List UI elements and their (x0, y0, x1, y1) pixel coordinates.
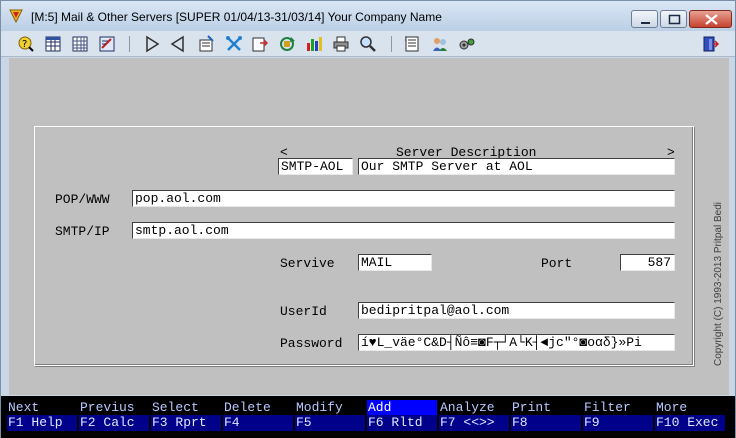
table-icon[interactable] (71, 35, 89, 53)
fkey-label: Filter (583, 400, 653, 415)
fkey-analyze[interactable]: Analyze F7 <<>> (439, 400, 509, 431)
fkey-delete[interactable]: Delete F4 (223, 400, 293, 431)
tools-icon[interactable] (225, 35, 243, 53)
fkey-previous[interactable]: Previus F2 Calc (79, 400, 149, 431)
new-record-icon[interactable] (197, 35, 215, 53)
fkey-label: Analyze (439, 400, 509, 415)
pop-label: POP/WWW (55, 192, 110, 207)
fkey-shortcut: F7 <<>> (439, 415, 509, 431)
grid-icon[interactable] (44, 35, 62, 53)
fkey-shortcut: F8 (511, 415, 581, 431)
fkey-label: Select (151, 400, 221, 415)
fkey-shortcut: F5 (295, 415, 365, 431)
toolbar-separator (129, 36, 130, 52)
main-window: [M:5] Mail & Other Servers [SUPER 01/04/… (0, 0, 736, 438)
printer-icon[interactable] (332, 35, 350, 53)
title-bar[interactable]: [M:5] Mail & Other Servers [SUPER 01/04/… (1, 1, 735, 31)
port-label: Port (541, 256, 573, 271)
fkey-print[interactable]: Print F8 (511, 400, 581, 431)
service-field[interactable]: MAIL (358, 254, 432, 271)
port-field[interactable]: 587 (620, 254, 675, 271)
search-icon[interactable] (359, 35, 377, 53)
smtp-label: SMTP/IP (55, 224, 110, 239)
maximize-button[interactable] (660, 10, 687, 28)
fkey-label: Add (367, 400, 437, 415)
help-icon[interactable]: ? (17, 35, 35, 53)
window-title: [M:5] Mail & Other Servers [SUPER 01/04/… (31, 10, 442, 24)
userid-label: UserId (280, 304, 327, 319)
fkey-add[interactable]: Add F6 Rltd (367, 400, 437, 431)
fkey-shortcut: F9 (583, 415, 653, 431)
userid-field[interactable]: bedipritpal@aol.com (358, 302, 675, 319)
maximize-icon (668, 14, 681, 25)
fkey-next[interactable]: Next F1 Help (7, 400, 77, 431)
svg-text:?: ? (22, 39, 27, 50)
play-back-icon[interactable] (169, 35, 187, 53)
fkey-shortcut: F4 (223, 415, 293, 431)
refresh-icon[interactable] (278, 35, 296, 53)
settings-icon[interactable] (458, 35, 476, 53)
toolbar: ? (1, 31, 735, 57)
close-button[interactable] (689, 10, 732, 28)
minimize-icon (641, 22, 650, 24)
fkey-select[interactable]: Select F3 Rprt (151, 400, 221, 431)
fkey-label: Delete (223, 400, 293, 415)
fkey-label: Print (511, 400, 581, 415)
function-key-bar: Next F1 Help Previus F2 Calc Select F3 R… (1, 396, 735, 438)
fkey-shortcut: F10 Exec (655, 415, 725, 431)
play-next-icon[interactable] (143, 35, 161, 53)
toolbar-separator (391, 36, 392, 52)
fkey-label: Modify (295, 400, 365, 415)
edit-form-icon[interactable] (98, 35, 116, 53)
fkey-shortcut: F6 Rltd (367, 415, 437, 431)
fkey-filter[interactable]: Filter F9 (583, 400, 653, 431)
notes-icon[interactable] (403, 35, 421, 53)
fkey-more[interactable]: More F10 Exec (655, 400, 725, 431)
server-description-field[interactable]: Our SMTP Server at AOL (358, 158, 675, 175)
fkey-modify[interactable]: Modify F5 (295, 400, 365, 431)
fkey-label: Previus (79, 400, 149, 415)
server-code-field[interactable]: SMTP-AOL (278, 158, 353, 175)
app-logo-icon[interactable] (9, 9, 23, 23)
bar-chart-icon[interactable] (305, 35, 323, 53)
minimize-button[interactable] (631, 10, 658, 28)
pop-field[interactable]: pop.aol.com (132, 190, 675, 207)
password-label: Password (280, 336, 343, 351)
fkey-label: More (655, 400, 725, 415)
users-icon[interactable] (431, 35, 449, 53)
close-icon (705, 14, 718, 25)
fkey-shortcut: F3 Rprt (151, 415, 221, 431)
exit-icon[interactable] (701, 35, 720, 53)
fkey-label: Next (7, 400, 77, 415)
service-label: Servive (280, 256, 335, 271)
password-field[interactable]: í♥L_väe°C&D┤Ñô≡◙F┬┘A└K┤◄jc"°◙oαδ}»Pi (358, 334, 675, 351)
copyright-text: Copyright (C) 1993-2013 Pritpal Bedi (713, 202, 724, 366)
export-icon[interactable] (251, 35, 269, 53)
fkey-shortcut: F2 Calc (79, 415, 149, 431)
smtp-field[interactable]: smtp.aol.com (132, 222, 675, 239)
fkey-shortcut: F1 Help (7, 415, 77, 431)
